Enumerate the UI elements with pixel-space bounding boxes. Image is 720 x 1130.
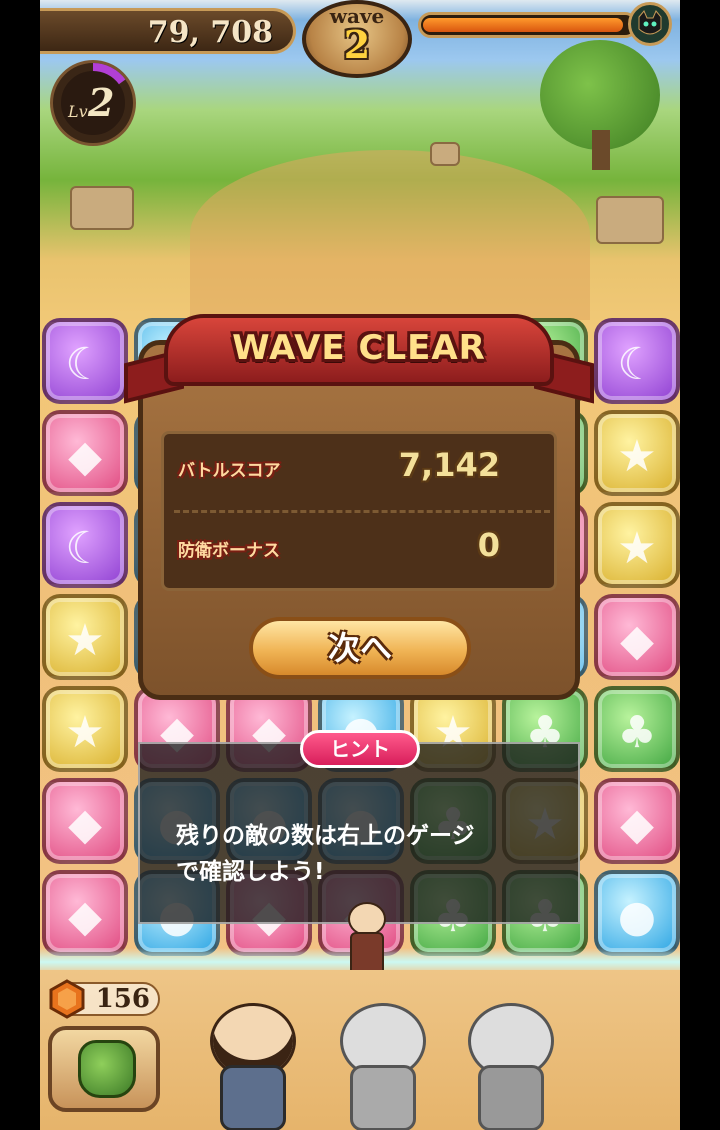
rock xyxy=(430,142,460,166)
hint-panel: ヒント 残りの敵の数は右上のゲージ で確認しよう! xyxy=(138,730,580,924)
diamond-icon: ◆ xyxy=(68,891,102,942)
diamond-icon: ◆ xyxy=(68,431,102,482)
moon-icon: ☾ xyxy=(617,339,657,390)
hint-badge: ヒント xyxy=(300,730,420,768)
gem-icon xyxy=(49,979,85,1019)
gem-counter: 156 xyxy=(49,979,160,1019)
pink-tile[interactable]: ◆ xyxy=(594,594,680,680)
hint-badge-label: ヒント xyxy=(330,737,390,761)
purple-tile[interactable]: ☾ xyxy=(42,318,128,404)
result-panel: バトルスコア 7,142 防衛ボーナス 0 xyxy=(161,431,557,591)
yellow-tile[interactable]: ★ xyxy=(594,502,680,588)
enemy-gauge xyxy=(418,12,638,38)
wave-number: 2 xyxy=(343,22,371,67)
star-icon: ★ xyxy=(65,615,105,666)
enemy-cat-icon xyxy=(628,2,672,46)
droplet-icon: ● xyxy=(617,891,657,942)
hero-body xyxy=(350,1065,416,1130)
diamond-icon: ◆ xyxy=(620,799,654,850)
blue-tile[interactable]: ● xyxy=(594,870,680,956)
tree-trunk xyxy=(592,130,610,170)
wave-badge: wave 2 xyxy=(302,0,412,78)
star-icon: ★ xyxy=(617,523,657,574)
level-badge: Lv 2 xyxy=(50,60,136,146)
star-icon: ★ xyxy=(65,707,105,758)
clover-icon: ♣ xyxy=(617,707,657,758)
moon-icon: ☾ xyxy=(65,523,105,574)
hint-text: 残りの敵の数は右上のゲージ で確認しよう! xyxy=(176,818,556,890)
moon-icon: ☾ xyxy=(65,339,105,390)
score-bar: 79, 708 xyxy=(40,8,296,54)
archer-unit xyxy=(330,898,400,976)
hero-locked-helmet[interactable] xyxy=(320,985,440,1130)
wave-clear-ribbon: WAVE CLEAR xyxy=(124,300,594,404)
green-tile[interactable]: ♣ xyxy=(594,686,680,772)
level-number: 2 xyxy=(88,80,115,125)
rock xyxy=(70,186,134,230)
pink-tile[interactable]: ◆ xyxy=(594,778,680,864)
next-button[interactable]: 次へ xyxy=(249,617,471,679)
defense-bonus-value: 0 xyxy=(477,526,500,564)
level-prefix: Lv xyxy=(68,102,88,121)
purple-tile[interactable]: ☾ xyxy=(42,502,128,588)
hero-body xyxy=(220,1065,286,1130)
pink-tile[interactable]: ◆ xyxy=(42,870,128,956)
purple-tile[interactable]: ☾ xyxy=(594,318,680,404)
star-icon: ★ xyxy=(617,431,657,482)
hint-line-1: 残りの敵の数は右上のゲージ xyxy=(176,823,475,849)
pink-tile[interactable]: ◆ xyxy=(42,778,128,864)
yellow-tile[interactable]: ★ xyxy=(42,686,128,772)
hero-body xyxy=(478,1065,544,1130)
rock xyxy=(596,196,664,244)
divider xyxy=(174,510,550,513)
battle-score-value: 7,142 xyxy=(398,446,500,484)
enemy-gauge-fill xyxy=(423,18,623,32)
battle-score-label: バトルスコア xyxy=(178,461,281,481)
next-button-label: 次へ xyxy=(327,629,392,667)
wave-clear-title: WAVE CLEAR xyxy=(232,328,486,368)
party-area: 156 xyxy=(40,970,680,1130)
dirt-path xyxy=(190,150,590,320)
hero-swordsman[interactable] xyxy=(190,985,310,1130)
archer-head xyxy=(348,902,386,936)
bag-icon xyxy=(78,1040,136,1098)
item-bag-button[interactable] xyxy=(48,1026,160,1112)
hint-line-2: で確認しよう! xyxy=(176,859,325,885)
pink-tile[interactable]: ◆ xyxy=(42,410,128,496)
diamond-icon: ◆ xyxy=(620,615,654,666)
diamond-icon: ◆ xyxy=(68,799,102,850)
hero-locked-knight[interactable] xyxy=(448,985,598,1130)
yellow-tile[interactable]: ★ xyxy=(594,410,680,496)
gem-count: 156 xyxy=(95,984,150,1014)
yellow-tile[interactable]: ★ xyxy=(42,594,128,680)
defense-bonus-label: 防衛ボーナス xyxy=(178,541,280,561)
score-value: 79, 708 xyxy=(147,15,273,50)
game-screen: 79, 708 wave 2 Lv 2 ☾●☾♣●♣☾◆●☾♣●♣★☾●☾♣●◆… xyxy=(40,0,680,1130)
